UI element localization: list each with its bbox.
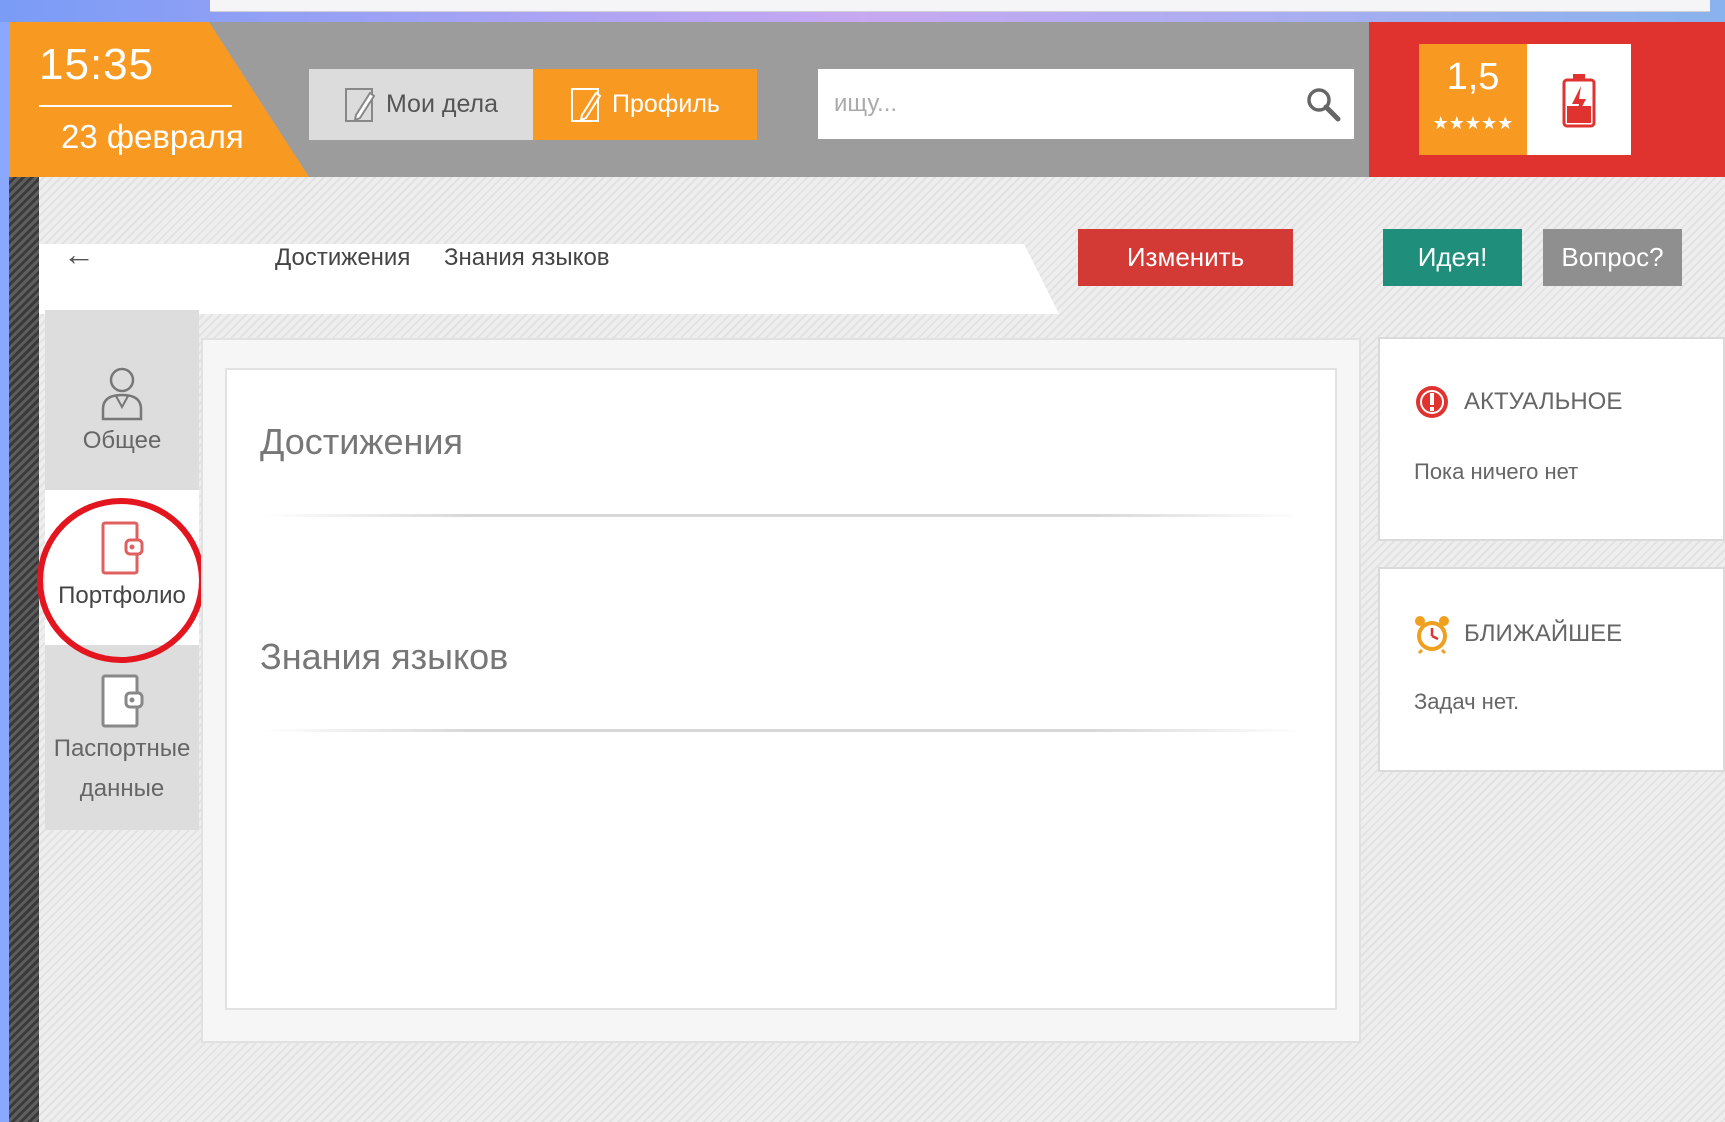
back-arrow-icon[interactable]: ← <box>63 236 95 273</box>
pencil-icon <box>571 87 602 122</box>
section-title-achievements: Достижения <box>260 421 463 462</box>
pencil-icon <box>344 87 376 122</box>
sidebar-item-label: Паспортные <box>53 735 191 762</box>
window-top-strip <box>0 0 1725 22</box>
sidebar-item-general[interactable]: Общее <box>45 310 199 490</box>
sidebar-item-passport[interactable]: Паспортные данные <box>45 645 199 830</box>
actual-card-text: Пока ничего нет <box>1414 459 1579 484</box>
edit-button[interactable]: Изменить <box>1078 229 1293 286</box>
search-icon[interactable] <box>1304 85 1342 123</box>
question-button[interactable]: Вопрос? <box>1543 229 1682 286</box>
nearest-card-header: БЛИЖАЙШЕЕ <box>1414 614 1622 654</box>
energy-indicator[interactable] <box>1527 44 1631 155</box>
rating-stars: ★★★★★ <box>1432 113 1514 133</box>
clock-date: 23 февраля <box>61 118 244 155</box>
alarm-clock-icon <box>1415 616 1449 654</box>
tab-my-tasks-label: Мои дела <box>385 90 499 118</box>
sidebar-item-label: данные <box>79 775 165 802</box>
left-edge-bar <box>9 177 39 1122</box>
clock-block: 15:35 23 февраля <box>9 22 309 177</box>
top-header: 15:35 23 февраля Мои дела Профиль ищу...… <box>9 22 1725 177</box>
tab-profile-label: Профиль <box>612 90 720 118</box>
section-divider <box>262 729 1302 732</box>
search-input[interactable] <box>818 74 1288 134</box>
highlight-circle <box>37 498 205 663</box>
clock-time: 15:35 <box>39 40 155 89</box>
breadcrumb-achievements[interactable]: Достижения <box>275 244 410 272</box>
nearest-card-title: БЛИЖАЙШЕЕ <box>1464 620 1623 647</box>
nearest-card: БЛИЖАЙШЕЕ Задач нет. <box>1378 567 1725 772</box>
actual-card: АКТУАЛЬНОЕ Пока ничего нет <box>1378 337 1725 541</box>
nearest-card-text: Задач нет. <box>1414 689 1520 714</box>
sidebar-item-label: Общее <box>82 427 162 454</box>
section-divider <box>262 514 1302 517</box>
user-icon <box>101 367 143 421</box>
actual-card-header: АКТУАЛЬНОЕ <box>1414 384 1622 420</box>
section-title-languages: Знания языков <box>260 636 509 677</box>
clock-divider <box>39 105 232 107</box>
rating-area: 1,5 ★★★★★ <box>1369 22 1725 177</box>
search-box <box>818 69 1354 139</box>
rating-badge[interactable]: 1,5 ★★★★★ <box>1419 44 1527 155</box>
main-panel <box>225 368 1337 1010</box>
alert-icon <box>1416 386 1448 418</box>
breadcrumb-languages[interactable]: Знания языков <box>444 244 610 272</box>
battery-low-icon <box>1562 73 1596 127</box>
tab-my-tasks[interactable]: Мои дела <box>309 69 533 140</box>
rating-score: 1,5 <box>1446 56 1500 98</box>
passport-icon <box>101 674 144 728</box>
actual-card-title: АКТУАЛЬНОЕ <box>1464 388 1623 415</box>
tab-profile[interactable]: Профиль <box>533 69 757 140</box>
main-nav-tabs: Мои дела Профиль <box>309 69 757 140</box>
idea-button[interactable]: Идея! <box>1383 229 1522 286</box>
